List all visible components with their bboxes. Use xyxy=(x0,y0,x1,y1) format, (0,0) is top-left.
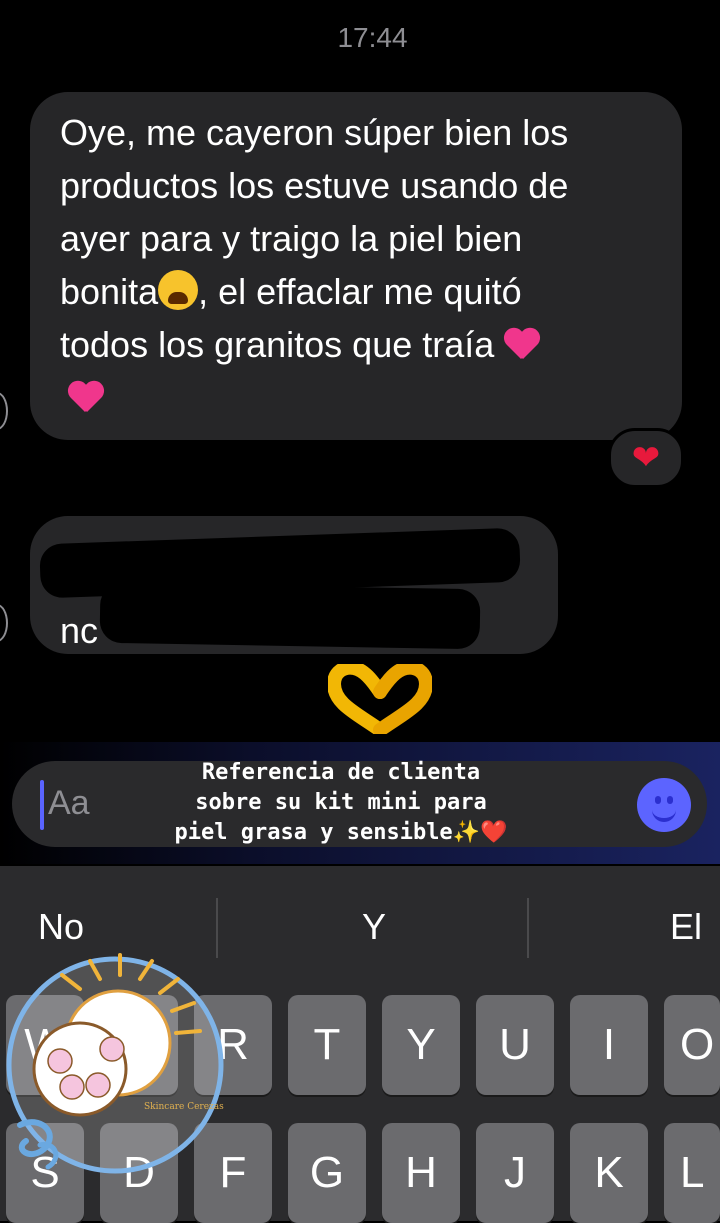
logo-text: Skincare Cerezas xyxy=(144,1102,224,1112)
overlay-caption: Referencia de clienta sobre su kit mini … xyxy=(138,758,544,848)
redaction-mark xyxy=(99,582,481,650)
brand-logo-watermark-icon: Skincare Cerezas xyxy=(6,953,224,1174)
text-cursor xyxy=(40,780,44,830)
key-l[interactable]: L xyxy=(664,1123,720,1223)
key-k[interactable]: K xyxy=(570,1123,648,1223)
key-t[interactable]: T xyxy=(288,995,366,1095)
caption-line: piel grasa y sensible✨❤️ xyxy=(174,820,508,845)
caption-line: sobre su kit mini para xyxy=(195,790,487,815)
suggestion-el[interactable]: El xyxy=(670,906,702,948)
timestamp: 17:44 xyxy=(337,22,408,53)
incoming-message[interactable]: Oye, me cayeron súper bien los productos… xyxy=(30,92,682,440)
smiley-icon xyxy=(652,804,676,822)
caption-line: Referencia de clienta xyxy=(201,760,481,785)
message-partial-text: nc xyxy=(60,610,99,651)
emoji-button[interactable] xyxy=(637,778,691,832)
key-o[interactable]: O xyxy=(664,995,720,1095)
key-y[interactable]: Y xyxy=(382,995,460,1095)
growing-heart-emoji-icon xyxy=(504,325,540,361)
red-heart-reaction-icon: ❤ xyxy=(631,439,661,477)
key-h[interactable]: H xyxy=(382,1123,460,1223)
key-i[interactable]: I xyxy=(570,995,648,1095)
reaction-badge[interactable]: ❤ xyxy=(608,428,684,488)
suggestion-divider xyxy=(527,898,529,958)
message-input-placeholder: Aa xyxy=(48,784,90,822)
message-indicator xyxy=(0,392,8,430)
heart-hands-emoji-icon xyxy=(328,664,432,734)
key-j[interactable]: J xyxy=(476,1123,554,1223)
key-g[interactable]: G xyxy=(288,1123,366,1223)
key-u[interactable]: U xyxy=(476,995,554,1095)
message-indicator xyxy=(0,604,8,642)
growing-heart-emoji-icon xyxy=(68,378,104,414)
weary-face-emoji-icon xyxy=(158,270,199,310)
suggestion-y[interactable]: Y xyxy=(362,906,386,948)
suggestion-no[interactable]: No xyxy=(38,906,84,948)
